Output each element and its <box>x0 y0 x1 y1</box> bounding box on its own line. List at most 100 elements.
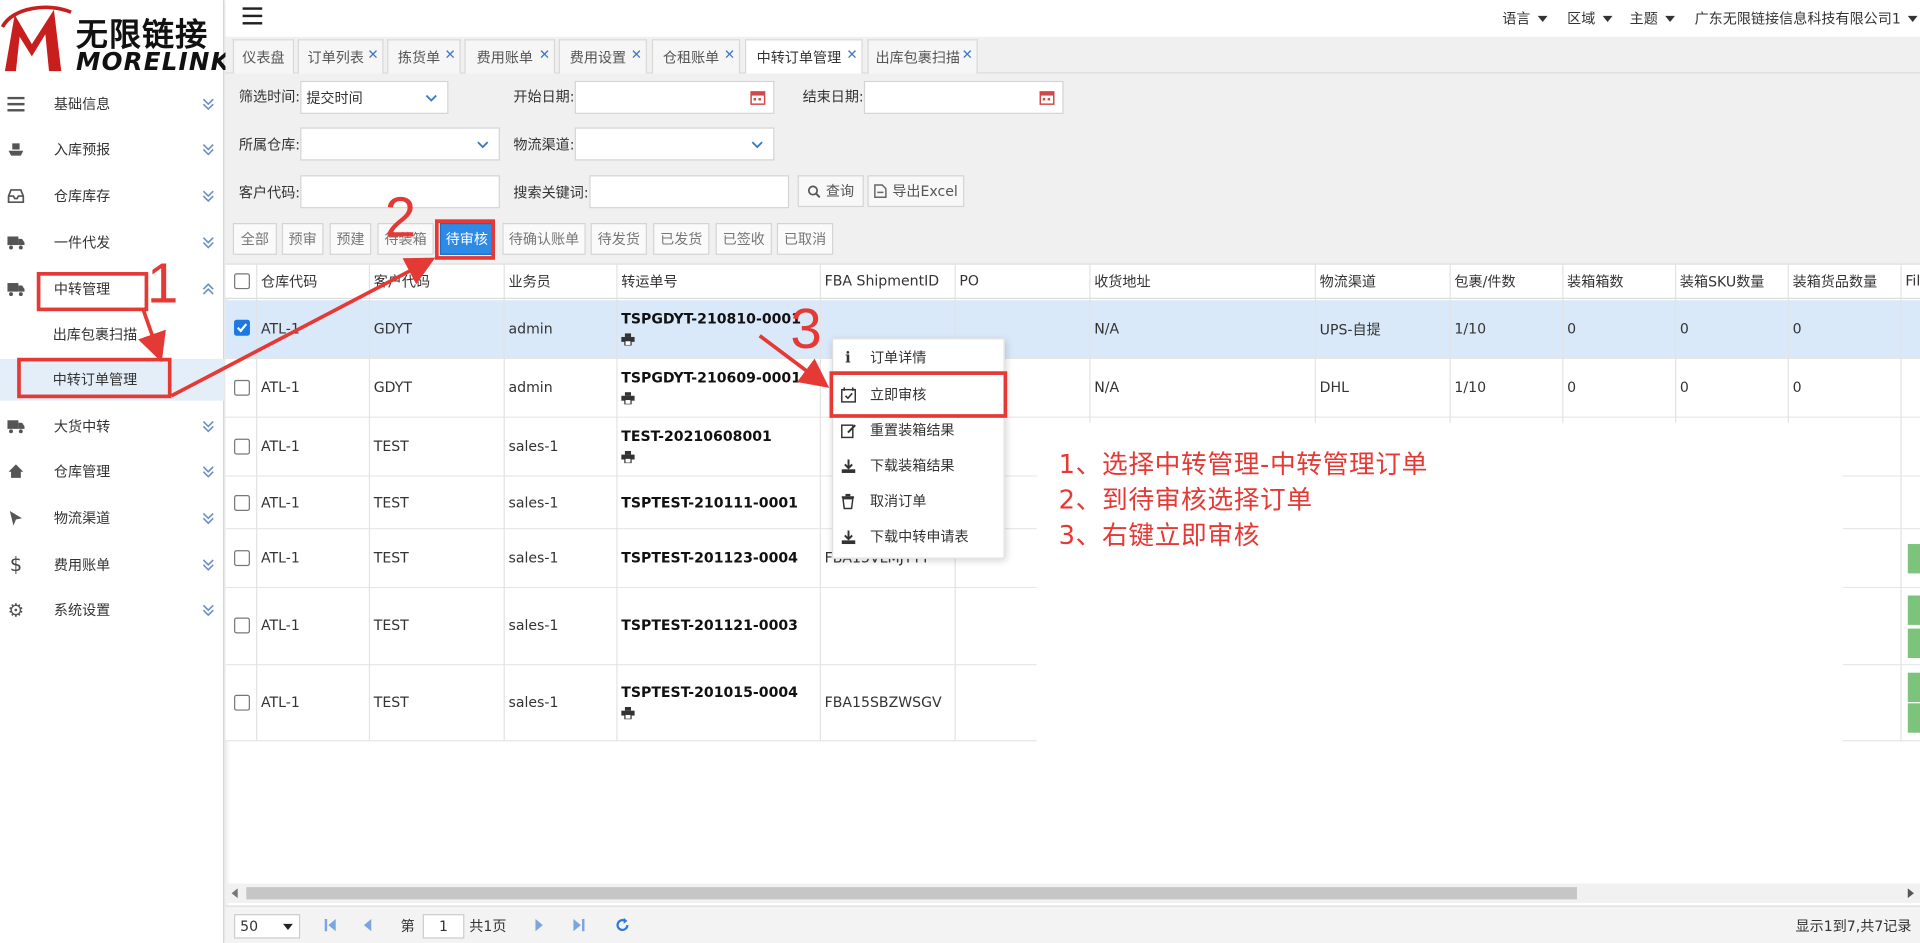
context-item-download-boxing[interactable]: 下载装箱结果 <box>833 448 1003 482</box>
tab-storage-billing[interactable]: 仓租账单 ✕ <box>651 39 741 74</box>
start-date-input[interactable] <box>574 80 775 114</box>
scrollbar-thumb[interactable] <box>246 887 1577 900</box>
channel-select[interactable] <box>574 127 775 161</box>
sidebar-item-dropship[interactable]: 一件代发 <box>0 219 224 264</box>
column-header[interactable]: 业务员 <box>508 272 550 292</box>
prev-page-icon[interactable] <box>360 918 375 933</box>
scroll-right-icon[interactable] <box>1905 888 1915 899</box>
company-menu[interactable]: 广东无限链接信息科技有限公司1 <box>1695 9 1918 29</box>
row-checkbox[interactable] <box>234 438 250 455</box>
cell-transfer-no[interactable]: TSPGDYT-210609-0001 <box>621 369 801 386</box>
status-tab-pending-ship[interactable]: 待发货 <box>590 223 647 255</box>
context-item-label: 下载装箱结果 <box>869 457 955 475</box>
context-item-cancel-order[interactable]: 取消订单 <box>833 484 1003 518</box>
page-size-select[interactable]: 50 <box>234 914 301 939</box>
column-header[interactable]: 仓库代码 <box>261 272 317 292</box>
first-page-icon[interactable] <box>323 918 338 933</box>
tab-transfer-orders[interactable]: 中转订单管理 ✕ <box>744 39 863 75</box>
table-row[interactable]: ATL-1 GDYT admin TSPGDYT-210810-0001 N/A… <box>225 300 1920 360</box>
column-header[interactable]: 装箱SKU数量 <box>1680 272 1764 292</box>
status-tab-shipped[interactable]: 已发货 <box>653 223 710 255</box>
close-icon[interactable]: ✕ <box>367 47 378 63</box>
last-page-icon[interactable] <box>571 918 586 933</box>
next-page-icon[interactable] <box>532 918 547 933</box>
double-chevron-down-icon <box>202 236 214 249</box>
theme-menu[interactable]: 主题 <box>1630 9 1675 29</box>
end-date-input[interactable] <box>863 80 1064 114</box>
column-header[interactable]: 包裹/件数 <box>1454 272 1515 292</box>
select-all-checkbox[interactable] <box>234 273 250 290</box>
row-checkbox[interactable] <box>234 379 250 396</box>
status-tab-cancelled[interactable]: 已取消 <box>776 223 834 255</box>
cell-transfer-no[interactable]: TEST-20210608001 <box>621 428 772 445</box>
tab-outbound-scan[interactable]: 出库包裹扫描 ✕ <box>867 39 978 74</box>
sidebar-item-inbound-forecast[interactable]: 入库预报 <box>0 126 224 171</box>
column-header[interactable]: 客户代码 <box>374 272 430 292</box>
cell-transfer-no[interactable]: TSPTEST-201121-0003 <box>621 616 798 633</box>
close-icon[interactable]: ✕ <box>631 47 642 63</box>
column-header[interactable]: PO <box>959 272 979 289</box>
sidebar-item-billing[interactable]: $ 费用账单 <box>0 542 224 587</box>
status-tab-pre-review[interactable]: 预审 <box>281 223 324 255</box>
tab-dashboard[interactable]: 仪表盘 <box>232 39 295 74</box>
column-header[interactable]: FBA ShipmentID <box>825 272 939 289</box>
hamburger-menu-icon[interactable] <box>242 7 263 25</box>
close-icon[interactable]: ✕ <box>539 47 550 63</box>
printer-icon[interactable] <box>621 392 635 405</box>
language-menu[interactable]: 语言 <box>1502 9 1548 29</box>
row-checkbox[interactable] <box>234 694 250 711</box>
printer-icon[interactable] <box>621 450 635 464</box>
sidebar-item-warehouse-management[interactable]: 仓库管理 <box>0 448 224 493</box>
tab-fee-settings[interactable]: 费用设置 ✕ <box>558 39 647 74</box>
table-row[interactable]: ATL-1 GDYT admin TSPGDYT-210609-0001 N/A… <box>225 359 1920 418</box>
row-checkbox[interactable] <box>234 550 250 567</box>
sidebar-item-logistics-channel[interactable]: 物流渠道 <box>0 495 224 540</box>
column-header[interactable]: 物流渠道 <box>1320 272 1376 292</box>
row-checkbox[interactable] <box>234 319 250 336</box>
context-item-download-application[interactable]: 下载中转申请表 <box>833 520 1003 554</box>
close-icon[interactable]: ✕ <box>846 47 857 63</box>
sidebar-subitem-outbound-scan[interactable]: 出库包裹扫描 <box>0 314 224 356</box>
sidebar-item-inventory[interactable]: 仓库库存 <box>0 173 224 218</box>
column-header[interactable]: 装箱箱数 <box>1567 272 1623 292</box>
sidebar-item-bulk-transfer[interactable]: 大货中转 <box>0 403 224 448</box>
status-tab-signed[interactable]: 已签收 <box>715 223 772 255</box>
query-button[interactable]: 查询 <box>797 175 864 208</box>
tab-picking[interactable]: 拣货单 ✕ <box>387 39 461 74</box>
close-icon[interactable]: ✕ <box>724 47 735 63</box>
status-tab-pending-bill[interactable]: 待确认账单 <box>502 223 586 255</box>
row-checkbox[interactable] <box>234 617 250 634</box>
warehouse-select[interactable] <box>300 127 500 161</box>
close-icon[interactable]: ✕ <box>445 47 456 63</box>
keyword-input[interactable] <box>589 175 790 209</box>
row-checkbox[interactable] <box>234 495 250 511</box>
column-header[interactable]: 收货地址 <box>1094 272 1150 292</box>
region-menu[interactable]: 区域 <box>1567 9 1613 29</box>
status-tab-label: 全部 <box>240 230 269 248</box>
sidebar-item-system-settings[interactable]: ⚙ 系统设置 <box>0 587 224 632</box>
export-excel-button[interactable]: 导出Excel <box>867 175 965 208</box>
cell-transfer-no[interactable]: TSPTEST-201015-0004 <box>621 684 798 701</box>
context-item-order-details[interactable]: i 订单详情 <box>833 341 1003 375</box>
cell-warehouse: ATL-1 <box>260 548 300 567</box>
time-filter-select[interactable]: 提交时间 <box>300 80 449 114</box>
cell-transfer-no[interactable]: TSPTEST-210111-0001 <box>621 494 798 511</box>
sidebar-item-basic-info[interactable]: 基础信息 <box>0 81 224 126</box>
status-tab-all[interactable]: 全部 <box>232 223 277 255</box>
cell-transfer-no[interactable]: TSPGDYT-210810-0001 <box>621 310 801 327</box>
printer-icon[interactable] <box>621 706 635 720</box>
close-icon[interactable]: ✕ <box>962 47 973 63</box>
column-header[interactable]: 装箱货品数量 <box>1793 272 1878 292</box>
context-item-reset-boxing[interactable]: 重置装箱结果 <box>833 413 1003 447</box>
tab-billing[interactable]: 费用账单 ✕ <box>464 39 556 74</box>
scroll-left-icon[interactable] <box>230 888 240 899</box>
column-header[interactable]: Fil <box>1905 272 1920 289</box>
cell-transfer-no[interactable]: TSPTEST-201123-0004 <box>621 549 798 566</box>
page-number-input[interactable]: 1 <box>422 914 465 939</box>
tab-order-list[interactable]: 订单列表 ✕ <box>297 39 384 74</box>
horizontal-scrollbar[interactable] <box>225 883 1920 904</box>
column-header[interactable]: 转运单号 <box>621 272 677 292</box>
refresh-icon[interactable] <box>615 917 630 933</box>
printer-icon[interactable] <box>621 333 635 346</box>
status-tab-pre-created[interactable]: 预建 <box>329 223 372 255</box>
